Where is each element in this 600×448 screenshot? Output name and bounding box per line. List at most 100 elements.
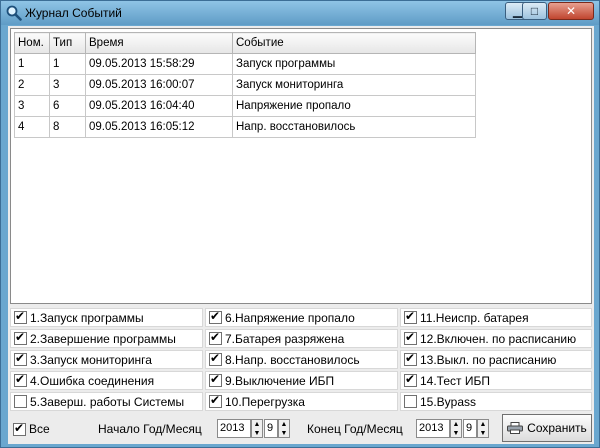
window-title: Журнал Событий (25, 6, 122, 20)
filter-label: 13.Выкл. по расписанию (420, 352, 557, 367)
filter-label: 15.Bypass (420, 394, 477, 409)
filter-label: 5.Заверш. работы Системы (30, 394, 185, 409)
filter-checkbox[interactable] (404, 309, 417, 324)
filter-label: 11.Неиспр. батарея (420, 310, 529, 325)
start-month-field[interactable]: 9 (264, 419, 278, 438)
filter-item[interactable]: 2.Завершение программы (10, 329, 203, 348)
cell-event: Напр. восстановилось (232, 116, 476, 138)
start-year-spinner[interactable]: ▲ ▼ (251, 419, 263, 438)
start-month-spinner[interactable]: ▲ ▼ (278, 419, 290, 438)
filter-label: 12.Включен. по расписанию (420, 331, 577, 346)
filter-item[interactable]: 14.Тест ИБП (400, 371, 592, 390)
filter-checkbox[interactable] (14, 395, 27, 408)
cell-event: Напряжение пропало (232, 95, 476, 117)
filter-item[interactable]: 9.Выключение ИБП (205, 371, 398, 390)
save-button[interactable]: Сохранить (502, 414, 592, 442)
cell-event: Запуск программы (232, 53, 476, 75)
end-year-field[interactable]: 2013 (416, 419, 450, 438)
spin-down-icon[interactable]: ▼ (478, 429, 488, 438)
save-button-label: Сохранить (527, 421, 587, 435)
filter-label: 1.Запуск программы (30, 310, 144, 325)
close-button[interactable]: ✕ (548, 2, 594, 20)
spin-up-icon[interactable]: ▲ (478, 420, 488, 429)
filter-checkbox[interactable] (14, 351, 27, 366)
filter-checkbox[interactable] (209, 330, 222, 345)
filter-item[interactable]: 1.Запуск программы (10, 308, 203, 327)
filter-checkbox[interactable] (404, 372, 417, 387)
end-year-spinner[interactable]: ▲ ▼ (450, 419, 462, 438)
table-row[interactable]: 3 6 09.05.2013 16:04:40 Напряжение пропа… (14, 95, 476, 117)
spin-up-icon[interactable]: ▲ (252, 420, 262, 429)
filter-item[interactable]: 7.Батарея разряжена (205, 329, 398, 348)
filter-label: 4.Ошибка соединения (30, 373, 155, 388)
filter-item[interactable]: 8.Напр. восстановилось (205, 350, 398, 369)
maximize-icon: □ (530, 4, 539, 18)
column-header-type[interactable]: Тип (49, 32, 86, 54)
filter-checkbox[interactable] (209, 393, 222, 408)
spin-down-icon[interactable]: ▼ (451, 429, 461, 438)
filter-checkbox[interactable] (404, 395, 417, 408)
spin-down-icon[interactable]: ▼ (279, 429, 289, 438)
select-all-label: Все (29, 422, 50, 436)
close-icon: ✕ (565, 4, 577, 18)
end-month-field[interactable]: 9 (463, 419, 477, 438)
filter-label: 6.Напряжение пропало (225, 310, 355, 325)
filter-item[interactable]: 13.Выкл. по расписанию (400, 350, 592, 369)
filter-label: 9.Выключение ИБП (225, 373, 335, 388)
end-month-spinner[interactable]: ▲ ▼ (477, 419, 489, 438)
cell-time: 09.05.2013 16:04:40 (85, 95, 233, 117)
column-header-time[interactable]: Время (85, 32, 233, 54)
filter-checkbox[interactable] (209, 309, 222, 324)
filter-item[interactable]: 4.Ошибка соединения (10, 371, 203, 390)
title-bar[interactable]: Журнал Событий ▁ □ ✕ (1, 1, 599, 25)
cell-type: 3 (49, 74, 86, 96)
filter-item[interactable]: 12.Включен. по расписанию (400, 329, 592, 348)
table-row[interactable]: 4 8 09.05.2013 16:05:12 Напр. восстанови… (14, 116, 476, 138)
filter-item[interactable]: 15.Bypass (400, 392, 592, 411)
cell-event: Запуск мониторинга (232, 74, 476, 96)
start-year-field[interactable]: 2013 (217, 419, 251, 438)
filter-checkbox[interactable] (14, 372, 27, 387)
filter-checkbox[interactable] (404, 351, 417, 366)
cell-number: 2 (14, 74, 50, 96)
filter-item[interactable]: 5.Заверш. работы Системы (10, 392, 203, 411)
maximize-button[interactable]: □ (522, 2, 547, 20)
bottom-toolbar: Все Начало Год/Месяц 2013 ▲ ▼ 9 ▲ ▼ Коне… (10, 414, 592, 442)
event-list[interactable]: Ном. Тип Время Событие 1 1 09.05.2013 15… (10, 28, 592, 304)
filter-checkbox[interactable] (14, 309, 27, 324)
filter-item[interactable]: 10.Перегрузка (205, 392, 398, 411)
spin-down-icon[interactable]: ▼ (252, 429, 262, 438)
filter-checkbox[interactable] (209, 372, 222, 387)
column-header-event[interactable]: Событие (232, 32, 476, 54)
start-date-label: Начало Год/Месяц (98, 422, 202, 436)
spin-up-icon[interactable]: ▲ (451, 420, 461, 429)
filter-checkbox[interactable] (14, 330, 27, 345)
table-row[interactable]: 2 3 09.05.2013 16:00:07 Запуск мониторин… (14, 74, 476, 96)
filter-checkbox[interactable] (209, 351, 222, 366)
filter-label: 7.Батарея разряжена (225, 331, 345, 346)
cell-number: 4 (14, 116, 50, 138)
select-all-toggle[interactable]: Все (10, 418, 60, 440)
event-log-window: Журнал Событий ▁ □ ✕ Ном. Тип Время Собы… (0, 0, 600, 448)
filter-checkbox[interactable] (404, 330, 417, 345)
cell-number: 1 (14, 53, 50, 75)
cell-type: 8 (49, 116, 86, 138)
magnifier-icon (6, 5, 22, 21)
filter-label: 3.Запуск мониторинга (30, 352, 152, 367)
event-filter-panel: 1.Запуск программы 2.Завершение программ… (10, 308, 592, 412)
filter-item[interactable]: 3.Запуск мониторинга (10, 350, 203, 369)
filter-label: 8.Напр. восстановилось (225, 352, 360, 367)
printer-icon (507, 422, 524, 434)
select-all-checkbox[interactable] (13, 421, 26, 436)
column-header-number[interactable]: Ном. (14, 32, 50, 54)
cell-time: 09.05.2013 16:05:12 (85, 116, 233, 138)
spin-up-icon[interactable]: ▲ (279, 420, 289, 429)
cell-time: 09.05.2013 16:00:07 (85, 74, 233, 96)
event-table: Ном. Тип Время Событие 1 1 09.05.2013 15… (14, 32, 476, 138)
cell-time: 09.05.2013 15:58:29 (85, 53, 233, 75)
table-row[interactable]: 1 1 09.05.2013 15:58:29 Запуск программы (14, 53, 476, 75)
filter-item[interactable]: 11.Неиспр. батарея (400, 308, 592, 327)
client-area: Ном. Тип Время Событие 1 1 09.05.2013 15… (8, 26, 594, 444)
filter-item[interactable]: 6.Напряжение пропало (205, 308, 398, 327)
filter-label: 2.Завершение программы (30, 331, 176, 346)
